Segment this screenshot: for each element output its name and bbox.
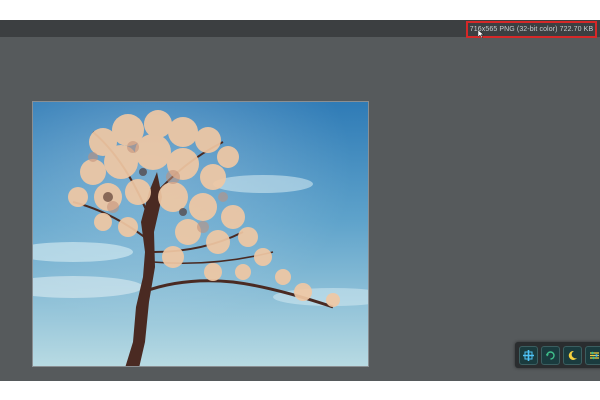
image-info-text: 716x565 PNG (32-bit color) 722.70 KB	[469, 26, 594, 33]
rotate-icon	[546, 350, 555, 360]
rotate-button[interactable]	[541, 345, 560, 365]
fit-to-window-button[interactable]	[519, 345, 538, 365]
night-mode-icon	[568, 350, 577, 360]
settings-button[interactable]	[585, 345, 600, 365]
displayed-photo[interactable]	[32, 101, 369, 367]
night-mode-button[interactable]	[563, 345, 582, 365]
image-viewer-window: 716x565 PNG (32-bit color) 722.70 KB	[0, 20, 600, 381]
tree-photo-image	[33, 102, 368, 366]
fit-to-window-icon	[523, 349, 534, 361]
viewer-floating-toolbar	[515, 342, 600, 368]
mouse-cursor-icon	[478, 30, 484, 38]
screen-top-margin	[0, 0, 600, 20]
viewer-title-bar: 716x565 PNG (32-bit color) 722.70 KB	[0, 20, 600, 38]
screen-bottom-margin	[0, 381, 600, 400]
image-info-highlight: 716x565 PNG (32-bit color) 722.70 KB	[466, 21, 597, 38]
settings-icon	[590, 351, 599, 359]
